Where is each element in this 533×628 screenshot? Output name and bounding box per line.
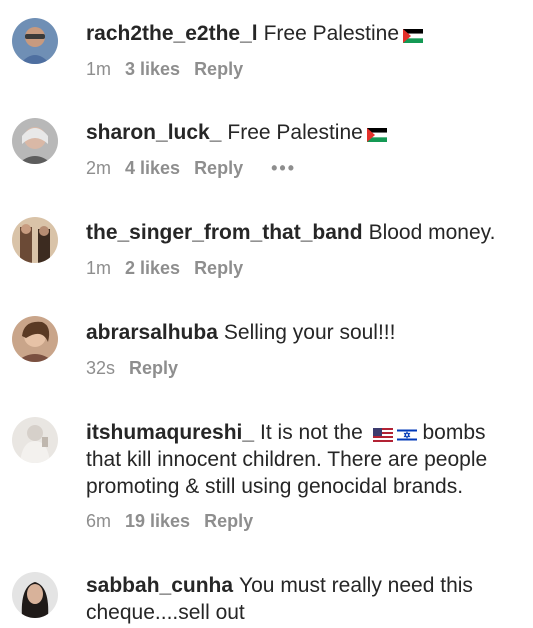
likes-count[interactable]: 4 likes — [125, 158, 180, 179]
avatar[interactable] — [12, 118, 58, 164]
username-link[interactable]: rach2the_e2the_l — [86, 22, 258, 45]
timestamp: 2m — [86, 158, 112, 178]
timestamp: 1m — [86, 59, 112, 79]
avatar[interactable] — [12, 217, 58, 263]
reply-button[interactable]: Reply — [204, 511, 253, 532]
comment-text: abrarsalhuba Selling your soul!!! — [86, 319, 521, 346]
comment-text: sabbah_cunha You must really need this ch… — [86, 572, 521, 626]
username-link[interactable]: abrarsalhuba — [86, 321, 218, 344]
avatar[interactable] — [12, 316, 58, 362]
username-link[interactable]: sabbah_cunha — [86, 574, 233, 597]
usa-flag-icon — [372, 428, 393, 442]
palestine-flag-icon — [403, 29, 423, 43]
likes-count[interactable]: 2 likes — [125, 258, 180, 279]
timestamp: 32s — [86, 358, 116, 378]
likes-count[interactable]: 19 likes — [125, 511, 190, 532]
username-link[interactable]: itshumaqureshi_ — [86, 421, 254, 444]
avatar[interactable] — [12, 417, 58, 463]
comment-meta: 1m 2 likes Reply — [86, 258, 243, 279]
timestamp: 1m — [86, 258, 112, 278]
avatar[interactable] — [12, 18, 58, 64]
comment-text: sharon_luck_ Free Palestine — [86, 119, 521, 146]
comment-body: Blood money. — [368, 221, 496, 244]
comment-meta: 1m 3 likes Reply — [86, 59, 243, 80]
comment-text: itshumaqureshi_ It is not the bombs that … — [86, 419, 521, 500]
comment-text: rach2the_e2the_l Free Palestine — [86, 20, 521, 47]
username-link[interactable]: the_singer_from_that_band — [86, 221, 363, 244]
reply-button[interactable]: Reply — [129, 358, 178, 379]
more-options-icon[interactable]: ••• — [271, 158, 296, 179]
israel-flag-icon — [396, 428, 417, 442]
likes-count[interactable]: 3 likes — [125, 59, 180, 80]
comment-meta: 32s Reply — [86, 358, 178, 379]
timestamp: 6m — [86, 511, 112, 531]
comment-body: Free Palestine — [263, 22, 399, 45]
comment-meta: 6m 19 likes Reply — [86, 511, 253, 532]
username-link[interactable]: sharon_luck_ — [86, 121, 221, 144]
comment-body-start: It is not the — [260, 421, 363, 444]
palestine-flag-icon — [366, 128, 387, 142]
reply-button[interactable]: Reply — [194, 59, 243, 80]
comment-meta: 2m 4 likes Reply ••• — [86, 158, 296, 179]
reply-button[interactable]: Reply — [194, 258, 243, 279]
comment-text: the_singer_from_that_band Blood money. — [86, 219, 521, 246]
reply-button[interactable]: Reply — [194, 158, 243, 179]
comment-body: Free Palestine — [227, 121, 363, 144]
avatar[interactable] — [12, 572, 58, 618]
comment-body: Selling your soul!!! — [223, 321, 396, 344]
